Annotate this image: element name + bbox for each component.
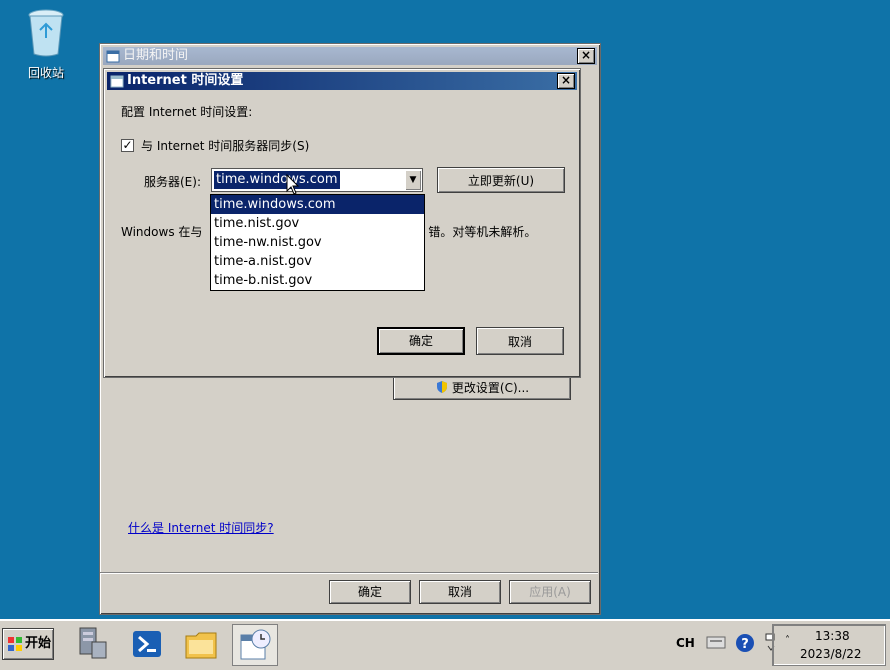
recycle-bin-label: 回收站	[27, 66, 64, 80]
config-label: 配置 Internet 时间设置:	[121, 105, 253, 119]
list-item[interactable]: time-nw.nist.gov	[211, 233, 424, 252]
calendar-clock-icon	[106, 50, 120, 63]
start-label: 开始	[25, 636, 52, 651]
chevron-up-icon[interactable]: ˄	[785, 635, 790, 646]
clock-time[interactable]: 13:38	[815, 629, 850, 643]
internet-time-title: Internet 时间设置	[127, 73, 244, 88]
language-indicator[interactable]: CH	[676, 636, 695, 650]
date-time-titlebar[interactable]: 日期和时间 ×	[103, 47, 597, 65]
server-combobox[interactable]: time.windows.com ▼	[211, 168, 423, 192]
list-item[interactable]: time.windows.com	[211, 195, 424, 214]
svg-text:?: ?	[741, 637, 749, 652]
sync-status-note-left: Windows 在与	[121, 225, 203, 239]
ok-button[interactable]: 确定	[377, 327, 465, 355]
start-button[interactable]: 开始	[2, 628, 54, 660]
sync-status-note-right: 错。对等机未解析。	[428, 225, 537, 239]
help-icon[interactable]: ?	[735, 633, 755, 653]
update-now-button[interactable]: 立即更新(U)	[437, 167, 565, 193]
sync-checkbox-label[interactable]: 与 Internet 时间服务器同步(S)	[141, 137, 309, 154]
date-time-icon[interactable]	[232, 624, 278, 666]
server-label: 服务器(E):	[144, 175, 201, 189]
calendar-clock-icon	[110, 75, 124, 88]
change-settings-label: 更改设置(C)...	[451, 381, 530, 395]
outer-cancel-button[interactable]: 取消	[419, 580, 501, 604]
outer-ok-button[interactable]: 确定	[329, 580, 411, 604]
keyboard-icon[interactable]	[706, 634, 726, 650]
clock-date[interactable]: 2023/8/22	[800, 647, 862, 661]
windows-flag-icon	[8, 637, 22, 651]
cancel-button[interactable]: 取消	[476, 327, 564, 355]
list-item[interactable]: time-b.nist.gov	[211, 271, 424, 290]
internet-time-titlebar[interactable]: Internet 时间设置 ×	[107, 72, 577, 90]
button-separator	[100, 572, 598, 574]
list-item[interactable]: time.nist.gov	[211, 214, 424, 233]
taskbar: 开始 CH ? ˄ 13:38 2023/8/22	[0, 619, 890, 670]
recycle-bin[interactable]: 回收站	[18, 8, 74, 88]
server-dropdown-list[interactable]: time.windows.com time.nist.gov time-nw.n…	[210, 194, 425, 291]
internet-time-help-link[interactable]: 什么是 Internet 时间同步?	[128, 519, 274, 536]
mouse-cursor-icon	[286, 174, 300, 195]
server-manager-icon[interactable]	[70, 624, 116, 666]
powershell-icon-graphic	[133, 631, 161, 657]
chevron-down-icon[interactable]: ▼	[405, 170, 421, 190]
powershell-icon[interactable]	[124, 624, 170, 666]
recycle-bin-icon	[28, 9, 64, 57]
server-manager-icon-graphic	[79, 627, 107, 659]
file-explorer-icon-graphic	[185, 632, 217, 659]
date-time-close-button[interactable]: ×	[577, 48, 595, 64]
internet-time-close-button[interactable]: ×	[557, 73, 575, 89]
uac-shield-icon	[436, 381, 447, 393]
server-input[interactable]: time.windows.com	[214, 171, 340, 189]
list-item[interactable]: time-a.nist.gov	[211, 252, 424, 271]
file-explorer-icon[interactable]	[178, 624, 224, 666]
outer-apply-button[interactable]: 应用(A)	[509, 580, 591, 604]
date-time-icon-graphic	[240, 629, 271, 660]
date-time-title: 日期和时间	[123, 48, 189, 63]
sync-checkbox[interactable]: ✓	[121, 139, 134, 152]
